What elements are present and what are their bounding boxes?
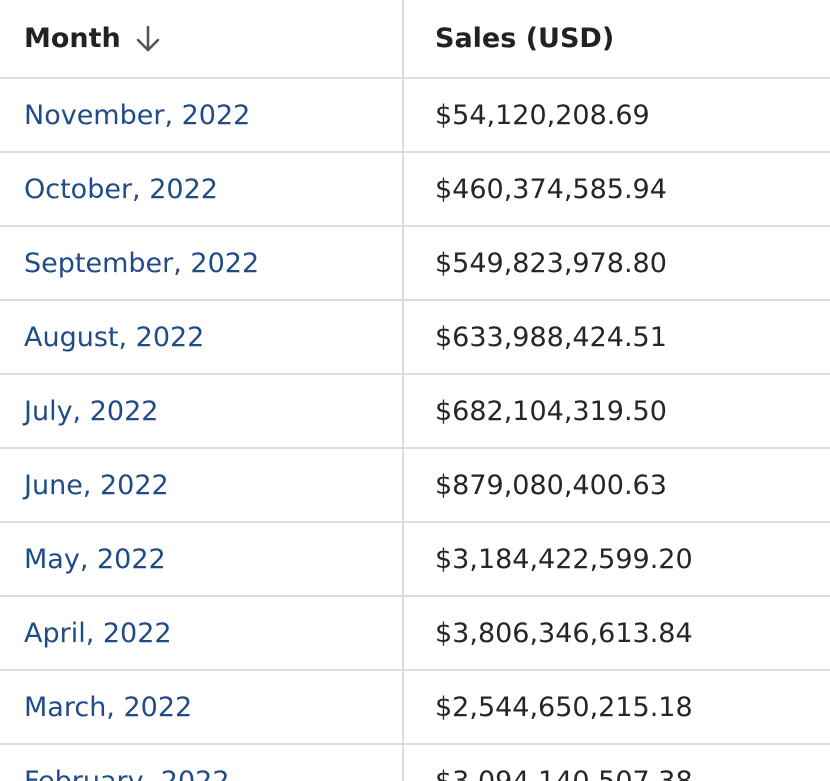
sales-cell: $3,806,346,613.84 bbox=[403, 596, 830, 671]
table-row: February, 2022 $3,094,140,507.38 bbox=[0, 744, 830, 781]
sales-cell: $633,988,424.51 bbox=[403, 300, 830, 375]
month-link[interactable]: June, 2022 bbox=[24, 470, 169, 501]
table-header: Month Sales (USD) bbox=[0, 0, 830, 79]
sales-cell: $2,544,650,215.18 bbox=[403, 670, 830, 745]
sales-cell: $549,823,978.80 bbox=[403, 226, 830, 301]
month-cell: May, 2022 bbox=[0, 522, 404, 597]
sales-cell: $3,094,140,507.38 bbox=[403, 744, 830, 781]
sales-column-header[interactable]: Sales (USD) bbox=[403, 0, 830, 79]
header-row: Month Sales (USD) bbox=[0, 0, 830, 79]
month-link[interactable]: November, 2022 bbox=[24, 100, 250, 131]
table-row: November, 2022 $54,120,208.69 bbox=[0, 78, 830, 153]
month-cell: August, 2022 bbox=[0, 300, 404, 375]
sales-cell: $460,374,585.94 bbox=[403, 152, 830, 227]
sales-cell: $682,104,319.50 bbox=[403, 374, 830, 449]
sales-value: $3,094,140,507.38 bbox=[435, 765, 693, 781]
month-link[interactable]: April, 2022 bbox=[24, 618, 172, 649]
sales-value: $2,544,650,215.18 bbox=[435, 691, 693, 723]
table-row: October, 2022 $460,374,585.94 bbox=[0, 152, 830, 227]
month-cell: September, 2022 bbox=[0, 226, 404, 301]
table-row: April, 2022 $3,806,346,613.84 bbox=[0, 596, 830, 671]
month-link[interactable]: September, 2022 bbox=[24, 248, 259, 279]
arrow-down-icon bbox=[136, 25, 160, 51]
sales-value: $54,120,208.69 bbox=[435, 99, 650, 131]
table-row: July, 2022 $682,104,319.50 bbox=[0, 374, 830, 449]
month-cell: November, 2022 bbox=[0, 78, 404, 153]
month-link[interactable]: October, 2022 bbox=[24, 174, 218, 205]
table-row: June, 2022 $879,080,400.63 bbox=[0, 448, 830, 523]
month-cell: June, 2022 bbox=[0, 448, 404, 523]
month-sort-button[interactable]: Month bbox=[24, 23, 161, 54]
table-row: May, 2022 $3,184,422,599.20 bbox=[0, 522, 830, 597]
month-link[interactable]: March, 2022 bbox=[24, 692, 192, 723]
sales-cell: $879,080,400.63 bbox=[403, 448, 830, 523]
table-row: September, 2022 $549,823,978.80 bbox=[0, 226, 830, 301]
month-link[interactable]: July, 2022 bbox=[24, 396, 158, 427]
month-cell: July, 2022 bbox=[0, 374, 404, 449]
month-link[interactable]: February, 2022 bbox=[24, 766, 230, 781]
month-cell: March, 2022 bbox=[0, 670, 404, 745]
sales-value: $3,184,422,599.20 bbox=[435, 543, 693, 575]
sales-cell: $54,120,208.69 bbox=[403, 78, 830, 153]
month-cell: February, 2022 bbox=[0, 744, 404, 781]
table-row: August, 2022 $633,988,424.51 bbox=[0, 300, 830, 375]
sales-cell: $3,184,422,599.20 bbox=[403, 522, 830, 597]
table-body: November, 2022 $54,120,208.69 October, 2… bbox=[0, 78, 830, 781]
month-column-header[interactable]: Month bbox=[0, 0, 404, 79]
sales-value: $633,988,424.51 bbox=[435, 321, 667, 353]
sales-table-container: Month Sales (USD) November, 2022 $54,120… bbox=[0, 0, 830, 781]
month-cell: April, 2022 bbox=[0, 596, 404, 671]
monthly-sales-table: Month Sales (USD) November, 2022 $54,120… bbox=[0, 0, 830, 781]
month-cell: October, 2022 bbox=[0, 152, 404, 227]
table-row: March, 2022 $2,544,650,215.18 bbox=[0, 670, 830, 745]
month-link[interactable]: August, 2022 bbox=[24, 322, 204, 353]
sales-value: $879,080,400.63 bbox=[435, 469, 667, 501]
sales-value: $3,806,346,613.84 bbox=[435, 617, 693, 649]
month-header-label: Month bbox=[24, 23, 121, 54]
sales-value: $549,823,978.80 bbox=[435, 247, 667, 279]
sales-value: $682,104,319.50 bbox=[435, 395, 667, 427]
sales-header-label: Sales (USD) bbox=[435, 23, 615, 54]
month-link[interactable]: May, 2022 bbox=[24, 544, 166, 575]
sales-value: $460,374,585.94 bbox=[435, 173, 667, 205]
